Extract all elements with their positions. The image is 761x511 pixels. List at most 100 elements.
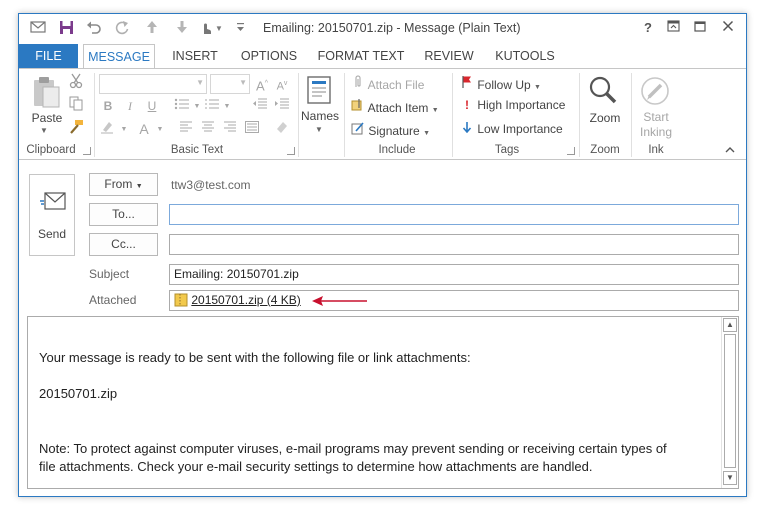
tab-message[interactable]: MESSAGE — [83, 44, 155, 69]
grow-font-icon[interactable]: A^ — [253, 75, 271, 93]
touch-dropdown-icon[interactable]: ▼ — [214, 20, 224, 38]
highlight-dropdown-icon[interactable]: ▼ — [115, 121, 133, 139]
cc-button[interactable]: Cc... — [89, 233, 158, 256]
increase-indent-icon[interactable] — [273, 97, 291, 115]
annotation-arrow-icon — [311, 294, 369, 311]
redo-icon[interactable] — [113, 20, 131, 38]
attach-item-button[interactable]: Attach Item ▼ — [351, 98, 439, 115]
basic-text-group-label: Basic Text — [170, 144, 224, 156]
font-name-combo[interactable]: ▼ — [99, 74, 207, 94]
start-inking-line2[interactable]: Inking — [633, 125, 679, 139]
low-importance-button[interactable]: Low Importance — [460, 121, 563, 136]
names-dropdown-icon[interactable]: ▼ — [315, 125, 323, 134]
message-window: ▼ Emailing: 20150701.zip - Message (Plai… — [18, 13, 747, 497]
from-button[interactable]: From ▼ — [89, 173, 158, 196]
body-line-4: file attachments. Check your e-mail secu… — [39, 459, 593, 474]
tab-options[interactable]: OPTIONS — [233, 44, 305, 68]
attach-file-button[interactable]: Attach File — [351, 75, 424, 92]
flag-icon — [460, 75, 474, 92]
message-body[interactable]: Your message is ready to be sent with th… — [27, 316, 739, 489]
high-importance-label: High Importance — [477, 98, 566, 112]
tab-kutools[interactable]: KUTOOLS — [491, 44, 559, 68]
paste-dropdown-icon[interactable]: ▼ — [40, 126, 48, 135]
signature-button[interactable]: Signature ▼ — [351, 121, 430, 138]
ink-group-label: Ink — [648, 144, 664, 156]
italic-icon[interactable]: I — [121, 97, 139, 115]
window-title: Emailing: 20150701.zip - Message (Plain … — [263, 21, 521, 35]
send-button[interactable]: Send — [29, 174, 75, 256]
clear-formatting-icon[interactable] — [273, 120, 291, 138]
attach-item-dropdown-icon: ▼ — [431, 107, 439, 114]
tab-review[interactable]: REVIEW — [417, 44, 481, 68]
close-icon[interactable] — [719, 19, 737, 37]
zoom-group-label: Zoom — [590, 144, 620, 156]
group-separator — [344, 73, 345, 157]
exclamation-icon: ! — [465, 98, 469, 112]
magnifier-icon[interactable] — [587, 75, 621, 112]
up-arrow-icon[interactable] — [143, 20, 161, 38]
include-group-label: Include — [378, 144, 416, 156]
attached-field: 20150701.zip (4 KB) — [169, 290, 739, 311]
cc-field[interactable] — [169, 234, 739, 255]
zoom-button[interactable]: Zoom — [584, 111, 626, 125]
shrink-font-icon[interactable]: Av — [273, 75, 291, 93]
scroll-up-icon[interactable]: ▲ — [723, 318, 737, 332]
attached-label: Attached — [89, 293, 137, 307]
scroll-thumb[interactable] — [724, 334, 736, 468]
group-separator — [94, 73, 95, 157]
align-right-icon[interactable] — [221, 120, 239, 138]
start-inking-line1[interactable]: Start — [633, 110, 679, 124]
vertical-scrollbar[interactable]: ▲ ▼ — [721, 317, 738, 488]
to-field[interactable] — [169, 204, 739, 225]
clipboard-group-label: Clipboard — [26, 144, 76, 156]
align-left-icon[interactable] — [177, 120, 195, 138]
pen-icon[interactable] — [639, 75, 673, 110]
scroll-down-icon[interactable]: ▼ — [723, 471, 737, 485]
align-center-icon[interactable] — [199, 120, 217, 138]
touch-mode-icon[interactable] — [197, 20, 215, 38]
font-color-dropdown-icon[interactable]: ▼ — [151, 121, 169, 139]
save-icon[interactable] — [57, 20, 75, 38]
paste-icon[interactable] — [31, 75, 61, 108]
signature-icon — [351, 121, 365, 138]
numbering-dropdown-icon[interactable]: ▼ — [218, 98, 236, 116]
tags-launcher-icon[interactable] — [567, 147, 575, 155]
maximize-icon[interactable] — [691, 19, 709, 37]
outlook-icon — [29, 20, 47, 38]
paste-button[interactable]: Paste — [31, 111, 63, 125]
customize-chevron-icon[interactable] — [233, 20, 247, 38]
decrease-indent-icon[interactable] — [251, 97, 269, 115]
tab-insert[interactable]: INSERT — [165, 44, 225, 68]
names-button[interactable]: Names — [301, 109, 339, 123]
underline-icon[interactable]: U — [143, 97, 161, 115]
body-line-3: Note: To protect against computer viruse… — [39, 441, 667, 456]
clipboard-launcher-icon[interactable] — [83, 147, 91, 155]
paperclip-icon — [351, 75, 365, 92]
high-importance-button[interactable]: ! High Importance — [460, 98, 565, 112]
send-envelope-icon — [39, 191, 67, 216]
subject-label: Subject — [89, 267, 130, 281]
follow-up-button[interactable]: Follow Up ▼ — [460, 75, 541, 92]
attach-item-label: Attach Item — [367, 101, 429, 115]
to-button[interactable]: To... — [89, 203, 158, 226]
address-book-icon[interactable] — [305, 75, 335, 108]
follow-up-dropdown-icon: ▼ — [534, 84, 541, 91]
font-size-combo[interactable]: ▼ — [210, 74, 250, 94]
format-painter-icon[interactable] — [67, 119, 85, 137]
help-button[interactable]: ? — [639, 19, 657, 37]
copy-icon[interactable] — [67, 96, 85, 114]
ribbon-display-options-icon[interactable] — [664, 19, 682, 37]
collapse-ribbon-icon[interactable] — [725, 145, 735, 156]
justify-icon[interactable] — [243, 120, 261, 138]
tab-format-text[interactable]: FORMAT TEXT — [315, 44, 407, 68]
basic-text-launcher-icon[interactable] — [287, 147, 295, 155]
attach-file-label: Attach File — [367, 78, 425, 92]
bold-icon[interactable]: B — [99, 97, 117, 115]
tab-file[interactable]: FILE — [19, 44, 78, 68]
undo-icon[interactable] — [85, 20, 103, 38]
group-separator — [298, 73, 299, 157]
subject-field[interactable]: Emailing: 20150701.zip — [169, 264, 739, 285]
down-arrow-icon[interactable] — [173, 20, 191, 38]
attachment-link[interactable]: 20150701.zip (4 KB) — [191, 293, 300, 307]
cut-icon[interactable] — [67, 73, 85, 91]
